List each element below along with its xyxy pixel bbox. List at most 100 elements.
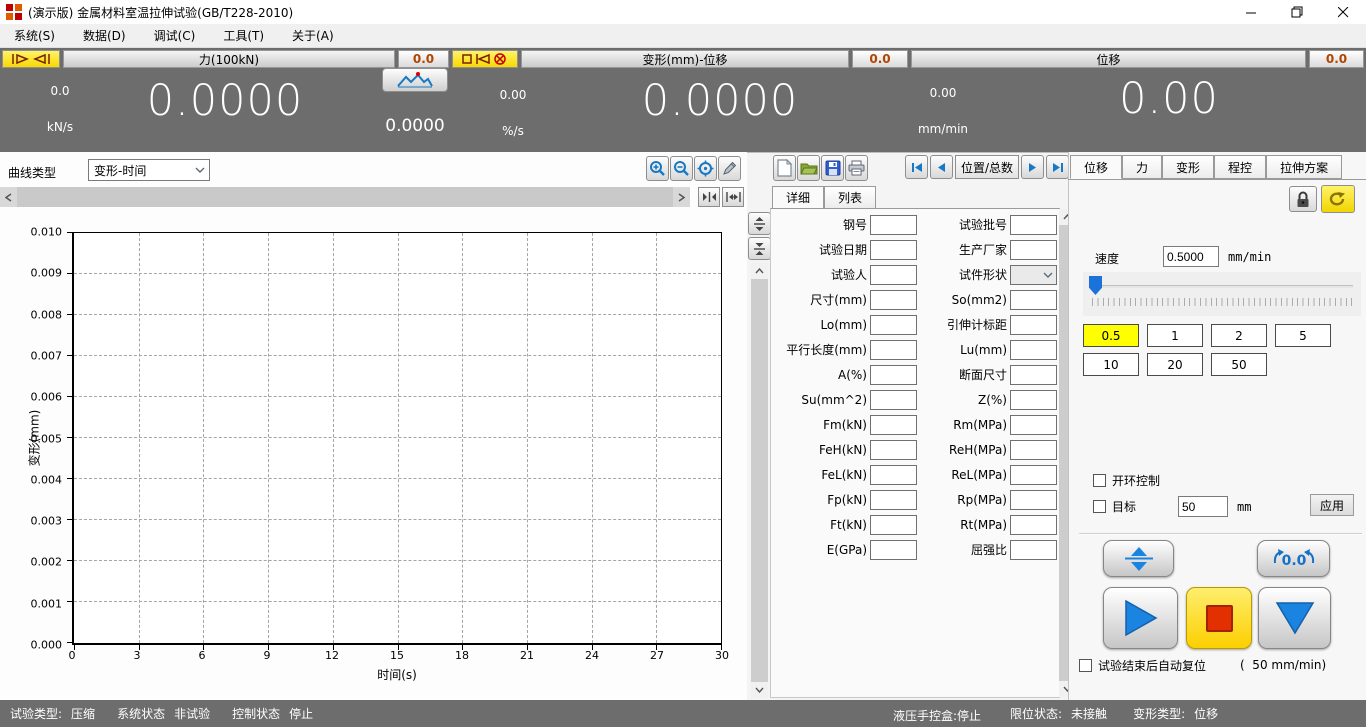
fit-width-button[interactable] bbox=[722, 187, 744, 207]
preset-5-button[interactable]: 5 bbox=[1275, 324, 1331, 347]
field-input[interactable] bbox=[1010, 515, 1057, 535]
slider-thumb[interactable] bbox=[1089, 276, 1102, 295]
menu-item-4[interactable]: 工具(T) bbox=[209, 24, 278, 48]
preset-2-button[interactable]: 2 bbox=[1211, 324, 1267, 347]
next-record-button[interactable] bbox=[1021, 155, 1044, 179]
field-input[interactable] bbox=[870, 465, 917, 485]
open-loop-checkbox[interactable]: 开环控制 bbox=[1093, 472, 1160, 489]
maximize-button[interactable] bbox=[1274, 0, 1320, 24]
open-button[interactable] bbox=[797, 155, 820, 181]
save-button[interactable] bbox=[821, 155, 844, 181]
last-record-button[interactable] bbox=[1046, 155, 1069, 179]
fit-x-button[interactable] bbox=[698, 187, 720, 207]
field-input[interactable] bbox=[870, 315, 917, 335]
preset-50-button[interactable]: 50 bbox=[1211, 353, 1267, 376]
field-input[interactable] bbox=[870, 540, 917, 560]
minimize-button[interactable] bbox=[1228, 0, 1274, 24]
auto-reset-checkbox[interactable]: 试验结束后自动复位 bbox=[1079, 657, 1206, 674]
field-input[interactable] bbox=[870, 415, 917, 435]
menu-item-5[interactable]: 关于(A) bbox=[278, 24, 348, 48]
field-input[interactable] bbox=[870, 290, 917, 310]
field-input[interactable] bbox=[870, 390, 917, 410]
chart-vertical-scrollbar[interactable] bbox=[751, 263, 768, 698]
tab-程控[interactable]: 程控 bbox=[1214, 155, 1266, 179]
field-input[interactable] bbox=[870, 215, 917, 235]
field-select[interactable] bbox=[1010, 265, 1057, 285]
menu-item-1[interactable]: 系统(S) bbox=[0, 24, 69, 48]
speed-slider[interactable] bbox=[1083, 272, 1361, 316]
limit-button[interactable] bbox=[452, 50, 518, 68]
scroll-up-icon[interactable] bbox=[751, 263, 768, 279]
menu-item-2[interactable]: 数据(D) bbox=[69, 24, 140, 48]
tab-拉伸方案[interactable]: 拉伸方案 bbox=[1266, 155, 1342, 179]
print-button[interactable] bbox=[845, 155, 868, 181]
target-checkbox[interactable]: 目标 bbox=[1093, 498, 1136, 515]
preset-20-button[interactable]: 20 bbox=[1147, 353, 1203, 376]
field-input[interactable] bbox=[1010, 540, 1057, 560]
field-input[interactable] bbox=[870, 340, 917, 360]
tab-力[interactable]: 力 bbox=[1122, 155, 1162, 179]
tare-button[interactable]: 0.0 bbox=[1257, 540, 1330, 577]
collapse-vertical-button[interactable] bbox=[748, 237, 771, 260]
field-input[interactable] bbox=[1010, 490, 1057, 510]
deform-peak-box[interactable]: 0.0 bbox=[852, 50, 908, 68]
field-input[interactable] bbox=[870, 490, 917, 510]
scroll-down-icon[interactable] bbox=[751, 682, 768, 698]
field-input[interactable] bbox=[1010, 365, 1057, 385]
field-input[interactable] bbox=[1010, 390, 1057, 410]
extensometer-button[interactable] bbox=[2, 50, 60, 68]
tick-y bbox=[67, 396, 72, 397]
run-button[interactable] bbox=[1103, 587, 1178, 649]
field-input[interactable] bbox=[870, 515, 917, 535]
scroll-left-icon[interactable] bbox=[0, 187, 17, 207]
preset-10-button[interactable]: 10 bbox=[1083, 353, 1139, 376]
peak-button[interactable] bbox=[382, 68, 448, 92]
field-input[interactable] bbox=[1010, 315, 1057, 335]
field-input[interactable] bbox=[1010, 465, 1057, 485]
apply-button[interactable]: 应用 bbox=[1310, 494, 1354, 516]
edit-button[interactable] bbox=[718, 156, 741, 181]
expand-vertical-button[interactable] bbox=[748, 212, 771, 235]
down-button[interactable] bbox=[1258, 587, 1331, 649]
field-input[interactable] bbox=[1010, 215, 1057, 235]
curve-type-select[interactable]: 变形-时间 bbox=[88, 159, 210, 181]
preset-0.5-button[interactable]: 0.5 bbox=[1083, 324, 1139, 347]
crosshair-button[interactable] bbox=[694, 156, 717, 181]
field-input[interactable] bbox=[870, 240, 917, 260]
checkbox-icon[interactable] bbox=[1093, 500, 1106, 513]
field-input[interactable] bbox=[1010, 290, 1057, 310]
disp-value: 0.00 bbox=[1040, 74, 1298, 124]
zoom-out-button[interactable] bbox=[670, 156, 693, 181]
zoom-in-button[interactable] bbox=[646, 156, 669, 181]
menu-item-3[interactable]: 调试(C) bbox=[140, 24, 210, 48]
first-record-button[interactable] bbox=[905, 155, 928, 179]
lock-button[interactable] bbox=[1289, 186, 1317, 212]
stop-button[interactable] bbox=[1186, 587, 1252, 649]
preset-1-button[interactable]: 1 bbox=[1147, 324, 1203, 347]
scroll-right-icon[interactable] bbox=[673, 187, 690, 207]
field-input[interactable] bbox=[1010, 440, 1057, 460]
tab-详细[interactable]: 详细 bbox=[772, 186, 824, 209]
disp-peak-box[interactable]: 0.0 bbox=[1309, 50, 1364, 68]
slider-track[interactable] bbox=[1091, 285, 1353, 288]
field-input[interactable] bbox=[1010, 240, 1057, 260]
close-button[interactable] bbox=[1320, 0, 1366, 24]
speed-input[interactable] bbox=[1163, 246, 1219, 267]
field-input[interactable] bbox=[870, 440, 917, 460]
force-peak-box[interactable]: 0.0 bbox=[398, 50, 449, 68]
jog-button[interactable] bbox=[1103, 540, 1174, 577]
target-input[interactable] bbox=[1178, 496, 1228, 517]
tab-变形[interactable]: 变形 bbox=[1162, 155, 1214, 179]
horizontal-scrollbar[interactable] bbox=[0, 187, 690, 207]
field-input[interactable] bbox=[1010, 415, 1057, 435]
tab-列表[interactable]: 列表 bbox=[824, 186, 876, 209]
reset-button[interactable] bbox=[1321, 185, 1355, 213]
checkbox-icon[interactable] bbox=[1093, 474, 1106, 487]
prev-record-button[interactable] bbox=[930, 155, 953, 179]
checkbox-icon[interactable] bbox=[1079, 659, 1092, 672]
tab-位移[interactable]: 位移 bbox=[1070, 155, 1122, 179]
field-input[interactable] bbox=[870, 365, 917, 385]
field-input[interactable] bbox=[1010, 340, 1057, 360]
new-button[interactable] bbox=[773, 155, 796, 181]
field-input[interactable] bbox=[870, 265, 917, 285]
